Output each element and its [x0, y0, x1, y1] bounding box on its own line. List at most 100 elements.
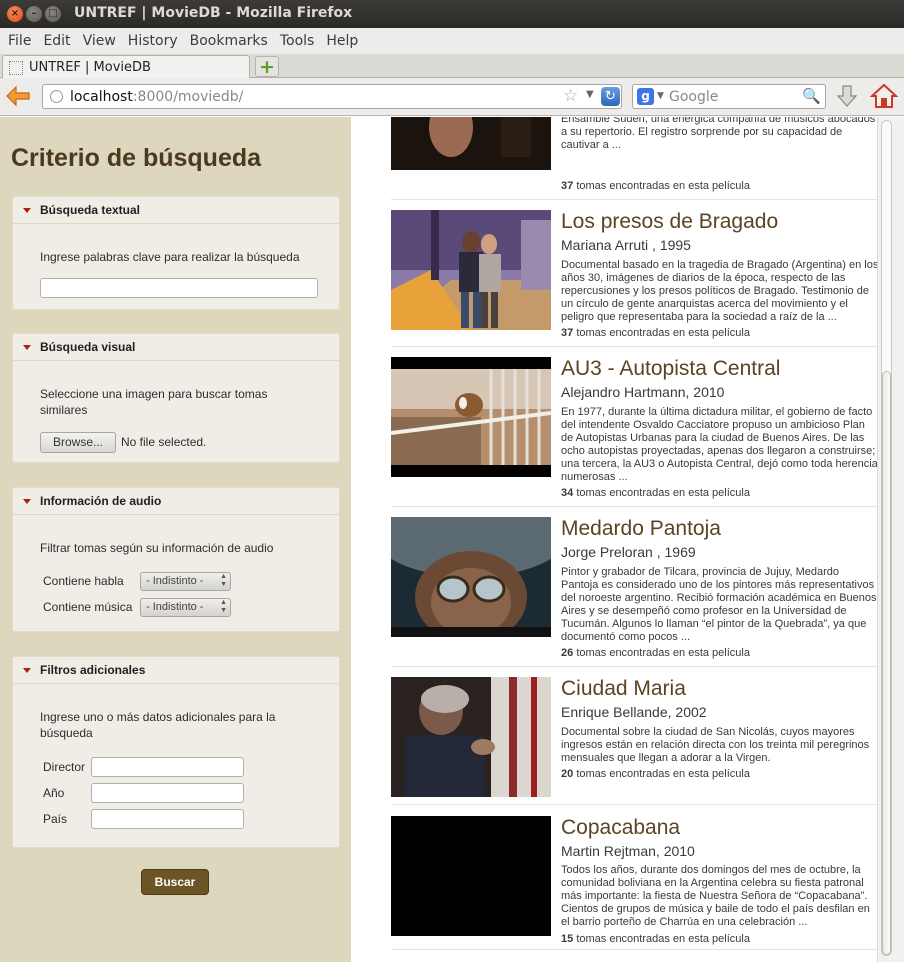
- result-item[interactable]: AU3 - Autopista Central Alejandro Hartma…: [391, 347, 878, 507]
- textual-search-panel: Búsqueda textual Ingrese palabras clave …: [12, 196, 340, 310]
- movie-thumbnail[interactable]: [391, 517, 551, 637]
- menu-tools[interactable]: Tools: [274, 33, 321, 49]
- result-item[interactable]: Copacabana Martin Rejtman, 2010 Todos lo…: [391, 805, 877, 950]
- new-tab-button[interactable]: +: [255, 56, 279, 78]
- select-arrows-icon: ▲ ▼: [220, 599, 227, 614]
- movie-thumbnail[interactable]: [391, 357, 551, 477]
- result-item[interactable]: Ciudad Maria Enrique Bellande, 2002 Docu…: [391, 667, 877, 805]
- speech-label: Contiene habla: [43, 574, 124, 588]
- search-engine-dropdown-icon[interactable]: ▼: [657, 91, 664, 101]
- music-select-value: - Indistinto -: [146, 601, 204, 613]
- movie-description: Pintor y grabador de Tilcara, provincia …: [561, 566, 877, 643]
- menubar: File Edit View History Bookmarks Tools H…: [0, 28, 904, 54]
- panel-title: Búsqueda visual: [40, 340, 136, 354]
- year-field[interactable]: [91, 783, 244, 803]
- google-icon[interactable]: g: [637, 88, 654, 105]
- browse-button[interactable]: Browse...: [40, 432, 116, 453]
- window-controls: × – □: [7, 6, 61, 22]
- menu-help[interactable]: Help: [320, 33, 364, 49]
- menu-history[interactable]: History: [122, 33, 184, 49]
- movie-title[interactable]: AU3 - Autopista Central: [561, 357, 780, 381]
- close-window-button[interactable]: ×: [7, 6, 23, 22]
- visual-search-header[interactable]: Búsqueda visual: [13, 334, 339, 361]
- panel-title: Filtros adicionales: [40, 663, 146, 677]
- search-sidebar: Criterio de búsqueda Búsqueda textual In…: [0, 117, 351, 962]
- navigation-bar: localhost:8000/moviedb/ ☆ ▼ ↻ g ▼ Google…: [0, 78, 904, 116]
- speech-select-value: - Indistinto -: [146, 575, 204, 587]
- search-icon[interactable]: 🔍: [802, 87, 821, 105]
- shots-count: 37 tomas encontradas en esta película: [561, 180, 750, 192]
- collapse-triangle-icon: [23, 207, 31, 213]
- vertical-scrollbar[interactable]: ⋮ ⋮: [877, 117, 904, 962]
- country-field[interactable]: [91, 809, 244, 829]
- audio-header[interactable]: Información de audio: [13, 488, 339, 515]
- minimize-window-button[interactable]: –: [26, 6, 42, 22]
- movie-thumbnail[interactable]: [391, 117, 551, 170]
- collapse-triangle-icon: [23, 498, 31, 504]
- movie-director-year: Jorge Preloran , 1969: [561, 544, 696, 560]
- maximize-window-button[interactable]: □: [45, 6, 61, 22]
- director-label: Director: [43, 760, 86, 774]
- shots-count: 37 tomas encontradas en esta película: [561, 327, 750, 339]
- home-icon[interactable]: [869, 82, 899, 110]
- movie-director-year: Enrique Bellande, 2002: [561, 704, 707, 720]
- menu-file[interactable]: File: [2, 33, 37, 49]
- bookmark-star-icon[interactable]: ☆: [563, 86, 578, 106]
- page-icon: [9, 60, 23, 75]
- movie-title[interactable]: Copacabana: [561, 816, 680, 840]
- scrollbar-track[interactable]: [881, 120, 892, 956]
- menu-bookmarks[interactable]: Bookmarks: [184, 33, 274, 49]
- result-item[interactable]: Los presos de Bragado Mariana Arruti , 1…: [391, 200, 879, 347]
- reload-icon[interactable]: ↻: [601, 87, 620, 106]
- search-bar[interactable]: g ▼ Google 🔍: [632, 84, 826, 109]
- address-bar[interactable]: localhost:8000/moviedb/ ☆ ▼ ↻: [42, 84, 622, 109]
- movie-thumbnail[interactable]: [391, 816, 551, 936]
- result-item[interactable]: del siglo XX, vuelve por última vez a Bu…: [391, 117, 877, 200]
- country-label: País: [43, 812, 68, 826]
- visual-instruction: Seleccione una imagen para buscar tomas …: [40, 387, 268, 417]
- file-status: No file selected.: [121, 435, 207, 449]
- movie-thumbnail[interactable]: [391, 677, 551, 797]
- tab-bar: UNTREF | MovieDB +: [0, 54, 904, 79]
- textual-search-header[interactable]: Búsqueda textual: [13, 197, 339, 224]
- movie-director-year: Martin Rejtman, 2010: [561, 843, 695, 859]
- back-arrow-icon[interactable]: [5, 85, 33, 109]
- shots-count: 34 tomas encontradas en esta película: [561, 487, 750, 499]
- result-item[interactable]: Medardo Pantoja Jorge Preloran , 1969 Pi…: [391, 507, 877, 667]
- audio-panel: Información de audio Filtrar tomas según…: [12, 487, 340, 632]
- shots-count: 15 tomas encontradas en esta película: [561, 933, 750, 945]
- keyword-input[interactable]: [40, 278, 318, 298]
- movie-title[interactable]: Los presos de Bragado: [561, 210, 778, 234]
- movie-director-year: Mariana Arruti , 1995: [561, 237, 691, 253]
- movie-thumbnail[interactable]: [391, 210, 551, 330]
- director-field[interactable]: [91, 757, 244, 777]
- window-titlebar: × – □ UNTREF | MovieDB - Mozilla Firefox: [0, 0, 904, 28]
- tab-label: UNTREF | MovieDB: [29, 60, 151, 75]
- shots-count: 26 tomas encontradas en esta película: [561, 647, 750, 659]
- collapse-triangle-icon: [23, 344, 31, 350]
- visual-search-panel: Búsqueda visual Seleccione una imagen pa…: [12, 333, 340, 463]
- scrollbar-thumb[interactable]: [882, 371, 891, 955]
- menu-view[interactable]: View: [77, 33, 122, 49]
- speech-select[interactable]: - Indistinto - ▲ ▼: [140, 572, 231, 591]
- music-select[interactable]: - Indistinto - ▲ ▼: [140, 598, 231, 617]
- movie-title[interactable]: Medardo Pantoja: [561, 517, 721, 541]
- url-dropdown-icon[interactable]: ▼: [586, 89, 594, 100]
- download-icon[interactable]: [836, 84, 858, 110]
- page-viewport: Criterio de búsqueda Búsqueda textual In…: [0, 117, 904, 962]
- music-label: Contiene música: [43, 600, 133, 614]
- results-list: del siglo XX, vuelve por última vez a Bu…: [351, 117, 879, 962]
- search-button[interactable]: Buscar: [141, 869, 209, 895]
- menu-edit[interactable]: Edit: [37, 33, 76, 49]
- window-title: UNTREF | MovieDB - Mozilla Firefox: [74, 5, 353, 21]
- movie-description: del siglo XX, vuelve por última vez a Bu…: [561, 117, 876, 151]
- movie-title[interactable]: Ciudad Maria: [561, 677, 686, 701]
- additional-filters-header[interactable]: Filtros adicionales: [13, 657, 339, 684]
- year-label: Año: [43, 786, 65, 800]
- search-placeholder: Google: [669, 89, 719, 105]
- panel-title: Información de audio: [40, 494, 162, 508]
- tab-moviedb[interactable]: UNTREF | MovieDB: [2, 55, 250, 79]
- movie-description: Documental basado en la tragedia de Brag…: [561, 259, 879, 323]
- panel-title: Búsqueda textual: [40, 203, 141, 217]
- sidebar-title: Criterio de búsqueda: [11, 144, 262, 172]
